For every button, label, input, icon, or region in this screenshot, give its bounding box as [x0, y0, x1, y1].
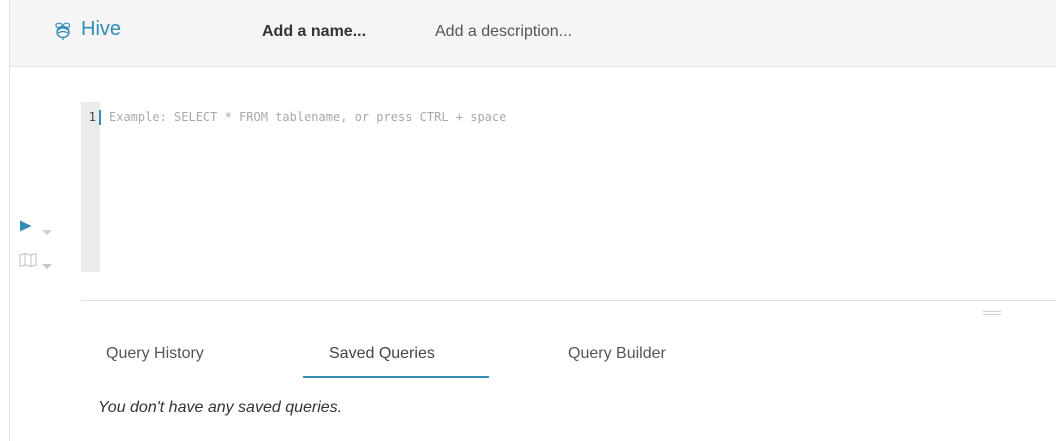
resize-handle[interactable] [983, 311, 1001, 315]
query-description-field[interactable]: Add a description... [435, 22, 572, 42]
tab-query-builder[interactable]: Query Builder [568, 344, 666, 364]
editor-gutter: 1 [81, 102, 100, 272]
active-tab-indicator [303, 376, 489, 378]
hive-bee-icon [53, 21, 73, 41]
sql-editor[interactable]: 1 Example: SELECT * FROM tablename, or p… [81, 102, 1056, 272]
map-icon [19, 252, 37, 272]
left-panel-edge [0, 0, 10, 441]
app-title: Hive [81, 18, 122, 40]
explain-button[interactable] [19, 252, 75, 272]
line-number: 1 [88, 110, 96, 124]
text-cursor [99, 110, 101, 125]
caret-down-icon[interactable] [42, 223, 52, 241]
tab-query-history[interactable]: Query History [106, 344, 204, 364]
query-name-field[interactable]: Add a name... [262, 22, 366, 42]
editor-divider [81, 300, 1056, 301]
hive-editor-window: Hive Add a name... Add a description... … [0, 0, 1056, 441]
execute-button[interactable] [19, 219, 75, 235]
editor-placeholder: Example: SELECT * FROM tablename, or pre… [109, 110, 507, 124]
tab-saved-queries[interactable]: Saved Queries [329, 344, 435, 364]
empty-saved-queries-message: You don't have any saved queries. [98, 399, 343, 416]
play-icon [19, 219, 33, 238]
caret-down-icon[interactable] [42, 257, 52, 275]
